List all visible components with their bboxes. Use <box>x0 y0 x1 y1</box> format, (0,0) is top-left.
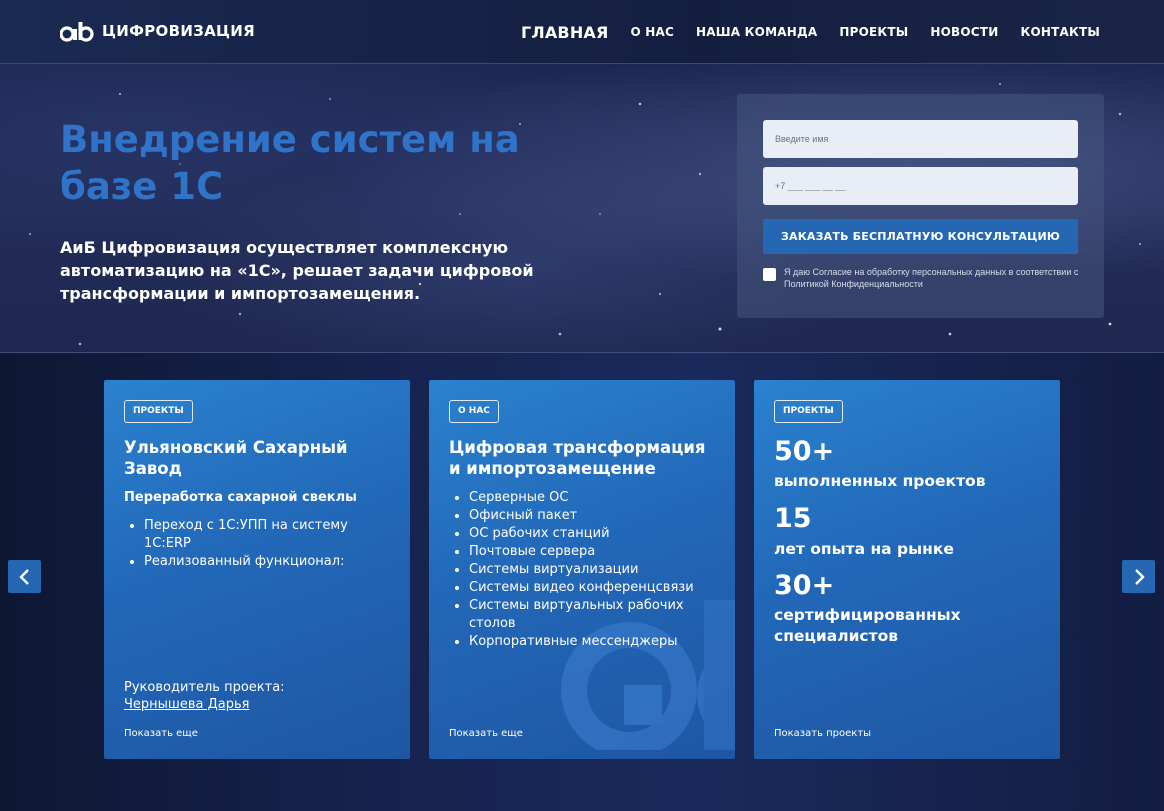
list-item: Почтовые сервера <box>469 543 719 561</box>
nav-item-contacts[interactable]: КОНТАКТЫ <box>1020 25 1100 39</box>
chevron-right-icon <box>1134 568 1145 585</box>
stats-card: ПРОЕКТЫ 50+ выполненных проектов 15 лет … <box>754 380 1060 759</box>
list-item: Системы виртуальных рабочих столов <box>469 597 719 633</box>
phone-field[interactable] <box>763 167 1078 205</box>
card-bullet-list: Серверные ОС Офисный пакет ОС рабочих ст… <box>469 489 719 651</box>
show-more-link[interactable]: Показать еще <box>449 728 523 739</box>
nav-item-news[interactable]: НОВОСТИ <box>930 25 998 39</box>
name-field[interactable] <box>763 120 1078 158</box>
nav-item-about[interactable]: О НАС <box>631 25 675 39</box>
card-tag[interactable]: ПРОЕКТЫ <box>774 400 843 423</box>
stat-number: 50+ <box>774 436 835 467</box>
nav-item-team[interactable]: НАША КОМАНДА <box>696 25 817 39</box>
nav-item-projects[interactable]: ПРОЕКТЫ <box>839 25 908 39</box>
site-header: ЦИФРОВИЗАЦИЯ ГЛАВНАЯ О НАС НАША КОМАНДА … <box>0 0 1164 64</box>
stat-label: сертифицированных специалистов <box>774 606 961 645</box>
consultation-form: ЗАКАЗАТЬ БЕСПЛАТНУЮ КОНСУЛЬТАЦИЮ Я даю С… <box>737 94 1104 318</box>
list-item: Переход с 1С:УПП на систему 1С:ERP <box>144 517 394 553</box>
main-nav: ГЛАВНАЯ О НАС НАША КОМАНДА ПРОЕКТЫ НОВОС… <box>521 0 1100 64</box>
card-title: Цифровая трансформация и импортозамещени… <box>449 438 706 478</box>
list-item: Системы виртуализации <box>469 561 719 579</box>
stat-label: лет опыта на рынке <box>774 540 954 558</box>
stat-label: выполненных проектов <box>774 472 986 490</box>
slider-next-button[interactable] <box>1122 560 1155 593</box>
stat-number: 30+ <box>774 570 835 601</box>
brand-name: ЦИФРОВИЗАЦИЯ <box>102 22 255 40</box>
show-projects-link[interactable]: Показать проекты <box>774 728 871 739</box>
card-tag[interactable]: ПРОЕКТЫ <box>124 400 193 423</box>
project-card: ПРОЕКТЫ Ульяновский Сахарный Завод Перер… <box>104 380 410 759</box>
project-lead-link[interactable]: Чернышева Дарья <box>124 697 249 712</box>
chevron-left-icon <box>18 568 29 585</box>
hero-section: Внедрение систем на базе 1С АиБ Цифровиз… <box>0 64 1164 353</box>
slider-prev-button[interactable] <box>8 560 41 593</box>
card-tag[interactable]: О НАС <box>449 400 499 423</box>
hero-title: Внедрение систем на базе 1С <box>60 118 520 208</box>
nav-item-home[interactable]: ГЛАВНАЯ <box>521 23 609 42</box>
hero-subtitle: АиБ Цифровизация осуществляет комплексну… <box>60 238 534 303</box>
list-item: Корпоративные мессенджеры <box>469 633 719 651</box>
list-item: Офисный пакет <box>469 507 719 525</box>
list-item: Системы видео конференцсвязи <box>469 579 719 597</box>
project-lead: Руководитель проекта: Чернышева Дарья <box>124 679 285 713</box>
logo-mark-icon <box>60 22 94 42</box>
list-item: Серверные ОС <box>469 489 719 507</box>
about-card: О НАС Цифровая трансформация и импортоза… <box>429 380 735 759</box>
card-title: Ульяновский Сахарный Завод <box>124 438 348 478</box>
list-item: Реализованный функционал: <box>144 553 394 571</box>
consultation-submit-button[interactable]: ЗАКАЗАТЬ БЕСПЛАТНУЮ КОНСУЛЬТАЦИЮ <box>763 219 1078 254</box>
card-bullet-list: Переход с 1С:УПП на систему 1С:ERP Реали… <box>144 517 394 571</box>
card-subtitle: Переработка сахарной свеклы <box>124 490 357 505</box>
consent-text: Я даю Согласие на обработку персональных… <box>784 267 1079 289</box>
stat-number: 15 <box>774 503 812 534</box>
project-lead-label: Руководитель проекта: <box>124 680 285 695</box>
cards-slider: ПРОЕКТЫ Ульяновский Сахарный Завод Перер… <box>0 353 1164 811</box>
list-item: ОС рабочих станций <box>469 525 719 543</box>
consent-row: Я даю Согласие на обработку персональных… <box>763 266 1083 290</box>
consent-checkbox[interactable] <box>763 268 776 281</box>
logo[interactable]: ЦИФРОВИЗАЦИЯ <box>60 20 255 42</box>
show-more-link[interactable]: Показать еще <box>124 728 198 739</box>
